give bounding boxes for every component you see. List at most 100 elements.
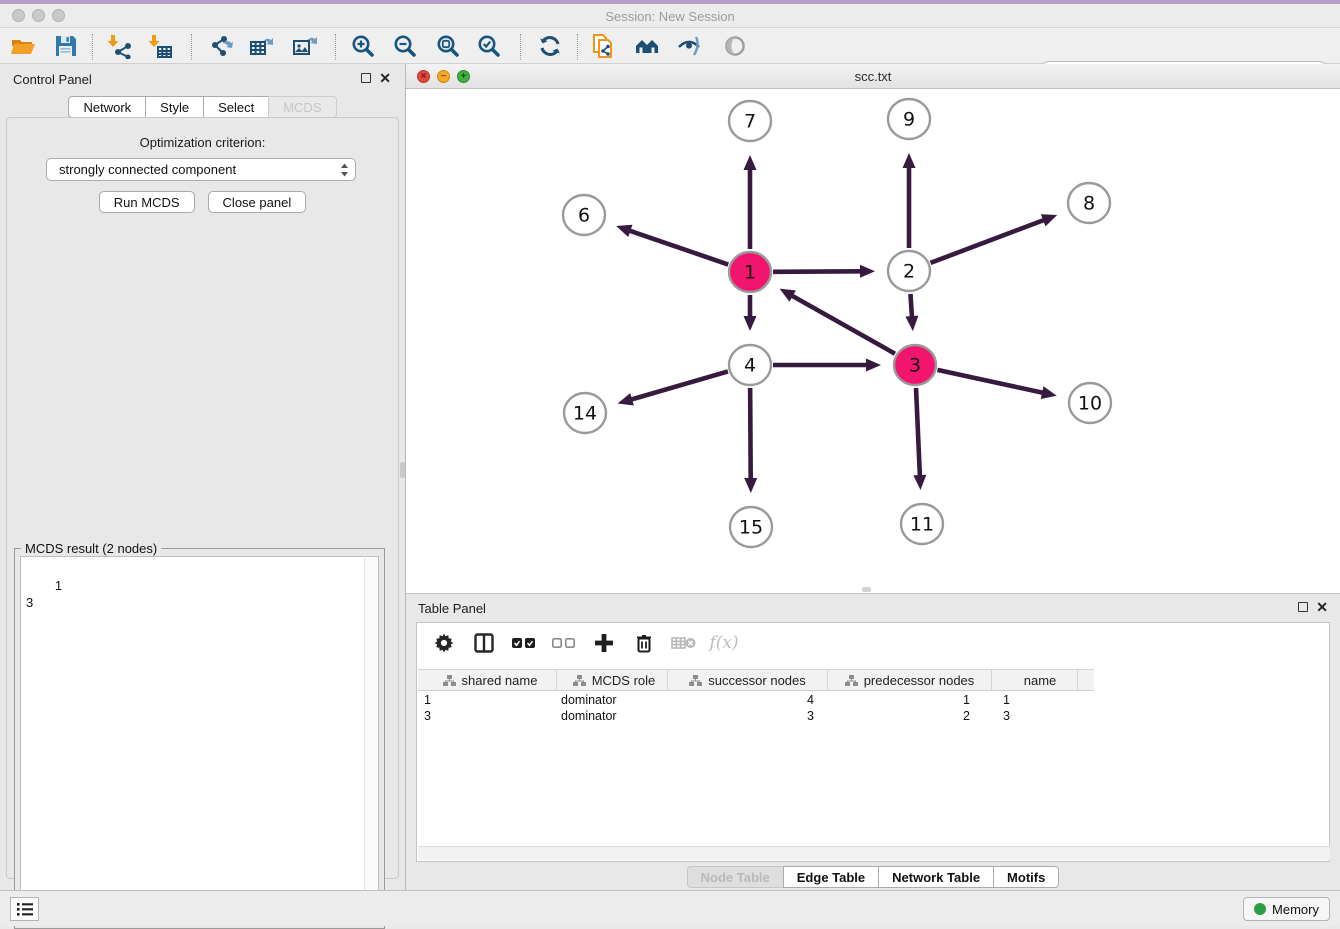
hide-selected-icon[interactable] (676, 32, 704, 60)
result-scrollbar[interactable] (364, 558, 377, 923)
toggle-bird-view-icon[interactable] (721, 32, 749, 60)
edge-3-11[interactable] (916, 388, 920, 477)
select-all-columns-icon[interactable] (511, 630, 537, 656)
close-panel-icon[interactable]: ✕ (379, 73, 391, 83)
view-splitter-handle[interactable] (862, 587, 871, 592)
table-cell[interactable]: dominator (557, 692, 668, 708)
optimization-criterion-select[interactable]: strongly connected component (46, 158, 356, 181)
export-network-icon[interactable] (208, 32, 236, 60)
task-history-button[interactable] (10, 897, 39, 921)
tab-motifs[interactable]: Motifs (993, 866, 1059, 888)
add-column-icon[interactable] (591, 630, 617, 656)
delete-table-icon[interactable] (671, 630, 697, 656)
edge-arrowhead (744, 155, 757, 170)
column-header-predecessor-nodes[interactable]: predecessor nodes (828, 670, 992, 690)
edge-1-6[interactable] (628, 230, 728, 264)
edge-arrowhead (744, 316, 757, 331)
import-network-icon[interactable] (106, 32, 134, 60)
control-panel-window-buttons: ✕ (361, 73, 391, 83)
table-horizontal-scrollbar[interactable] (418, 846, 1330, 860)
control-panel: Control Panel ✕ Network Style Select MCD… (0, 64, 406, 890)
edge-arrowhead (744, 478, 757, 493)
table-cell[interactable]: 3 (992, 708, 1078, 724)
table-cell[interactable]: 1 (992, 692, 1078, 708)
optimization-criterion-value: strongly connected component (59, 162, 236, 177)
zoom-out-icon[interactable] (391, 32, 419, 60)
column-header-shared-name[interactable]: shared name (418, 670, 557, 690)
control-panel-title: Control Panel (13, 72, 92, 87)
open-session-icon[interactable] (9, 32, 37, 60)
table-row[interactable]: 1dominator411 (418, 692, 1094, 708)
split-panel-icon[interactable] (471, 630, 497, 656)
close-panel-button[interactable]: Close panel (208, 191, 307, 213)
deselect-all-columns-icon[interactable] (551, 630, 577, 656)
hierarchy-icon (573, 675, 586, 686)
panel-splitter-handle[interactable] (400, 462, 405, 478)
table-row[interactable]: 3dominator323 (418, 708, 1094, 724)
table-cell[interactable]: 1 (418, 692, 557, 708)
apply-layout-icon[interactable] (536, 32, 564, 60)
tab-style[interactable]: Style (145, 96, 203, 118)
tab-network[interactable]: Network (68, 96, 145, 118)
table-cell[interactable]: 3 (418, 708, 557, 724)
table-cell[interactable]: 4 (668, 692, 828, 708)
edge-3-10[interactable] (937, 370, 1044, 393)
zoom-selected-icon[interactable] (475, 32, 503, 60)
float-table-panel-icon[interactable] (1298, 602, 1308, 612)
column-header-successor-nodes[interactable]: successor nodes (668, 670, 828, 690)
edge-4-15[interactable] (750, 388, 751, 480)
tab-network-table[interactable]: Network Table (878, 866, 993, 888)
function-builder-icon: f(x) (711, 630, 737, 656)
save-session-icon[interactable] (52, 32, 80, 60)
import-table-icon[interactable] (147, 32, 175, 60)
edge-1-2[interactable] (773, 271, 862, 272)
float-panel-icon[interactable] (361, 73, 371, 83)
zoom-in-icon[interactable] (349, 32, 377, 60)
edge-2-3[interactable] (910, 294, 912, 318)
node-label: 15 (739, 517, 763, 539)
network-graph[interactable]: 1234678910111415 (406, 89, 1340, 593)
app-titlebar: Session: New Session (0, 4, 1340, 28)
table-cell[interactable]: 1 (828, 692, 992, 708)
show-all-icon[interactable] (633, 32, 661, 60)
zoom-fit-icon[interactable] (434, 32, 462, 60)
memory-button[interactable]: Memory (1243, 897, 1330, 921)
toolbar-separator (335, 34, 336, 60)
delete-columns-icon[interactable] (631, 630, 657, 656)
edge-arrowhead (618, 393, 634, 405)
clone-network-icon[interactable] (589, 32, 617, 60)
control-panel-tabs: Network Style Select MCDS (0, 96, 405, 118)
hierarchy-icon (689, 675, 702, 686)
network-window-titlebar: × − + scc.txt (406, 64, 1340, 89)
tab-select[interactable]: Select (203, 96, 268, 118)
edge-4-14[interactable] (630, 371, 728, 399)
toolbar-separator (520, 34, 521, 60)
mcds-result-textarea[interactable]: 1 3 (20, 556, 379, 923)
column-header-MCDS-role[interactable]: MCDS role (557, 670, 668, 690)
node-label: 4 (744, 355, 756, 377)
mcds-tab-content: Optimization criterion: strongly connect… (6, 117, 399, 879)
table-cell[interactable]: 2 (828, 708, 992, 724)
network-canvas[interactable]: 1234678910111415 (406, 89, 1340, 593)
edge-3-1[interactable] (791, 295, 895, 354)
node-label: 8 (1083, 193, 1095, 215)
hierarchy-icon (845, 675, 858, 686)
tab-mcds[interactable]: MCDS (268, 96, 336, 118)
settings-gear-icon[interactable] (431, 630, 457, 656)
column-header-name[interactable]: name (992, 670, 1078, 690)
table-cell[interactable]: 3 (668, 708, 828, 724)
optimization-criterion-label: Optimization criterion: (7, 135, 398, 150)
tab-edge-table[interactable]: Edge Table (783, 866, 878, 888)
run-mcds-button[interactable]: Run MCDS (99, 191, 195, 213)
export-image-icon[interactable] (291, 32, 319, 60)
table-panel-title: Table Panel (418, 601, 486, 616)
edge-2-8[interactable] (931, 220, 1046, 263)
export-table-icon[interactable] (248, 32, 276, 60)
network-title: scc.txt (406, 69, 1340, 84)
close-table-panel-icon[interactable]: ✕ (1316, 602, 1328, 612)
tab-node-table[interactable]: Node Table (687, 866, 783, 888)
toolbar-separator (191, 34, 192, 60)
table-panel-tabs: Node Table Edge Table Network Table Moti… (406, 866, 1340, 888)
table-cell[interactable]: dominator (557, 708, 668, 724)
network-view-window: × − + scc.txt 1234678910111415 (406, 64, 1340, 593)
